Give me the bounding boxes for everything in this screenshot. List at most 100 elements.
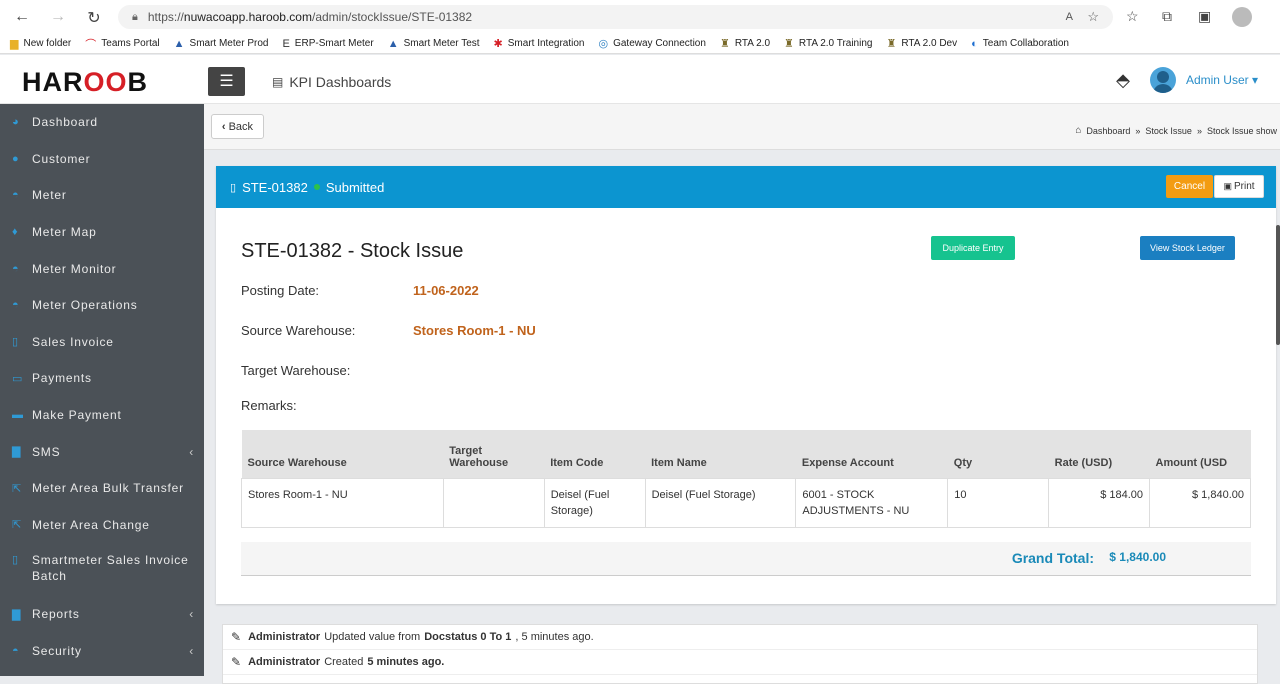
app-header: HAROOB ☰ ▤ KPI Dashboards ⬘ Admin User ▾	[0, 55, 1280, 104]
profile-avatar[interactable]	[1232, 7, 1252, 27]
bookmark-label: RTA 2.0	[734, 38, 771, 49]
activity-user: Administrator	[248, 656, 321, 668]
rta-icon: ♜	[784, 38, 794, 50]
grand-total-value: $ 1,840.00	[1109, 550, 1166, 564]
posting-date-label: Posting Date:	[241, 283, 320, 298]
sidebar-item-reports[interactable]: ▇ Reports ‹	[0, 596, 204, 633]
hamburger-icon: ☰	[219, 73, 234, 90]
target-warehouse-label: Target Warehouse:	[241, 363, 351, 378]
bookmark-item[interactable]: ▲ Smart Meter Prod	[174, 38, 269, 50]
bookmark-item[interactable]: ♜ RTA 2.0 Dev	[886, 37, 957, 50]
column-header: Expense Account	[795, 430, 948, 478]
security-icon: ◓	[12, 645, 20, 658]
sidebar-item-customer[interactable]: ● Customer	[0, 141, 204, 178]
sidebar-item-label: Meter Operations	[32, 298, 138, 313]
back-arrow-icon[interactable]: ←	[4, 8, 40, 26]
status-dot-icon	[313, 184, 320, 190]
lock-icon: 🔒︎	[132, 10, 138, 23]
sms-icon: ▇	[12, 446, 22, 459]
read-aloud-icon[interactable]: A	[1066, 11, 1073, 23]
activity-item: ✎ Administrator Created 5 minutes ago.	[223, 650, 1257, 675]
extensions-icon[interactable]: ▣	[1198, 8, 1211, 25]
view-stock-ledger-button[interactable]: View Stock Ledger	[1140, 236, 1235, 260]
activity-user: Administrator	[248, 631, 321, 643]
bookmark-item[interactable]: ▆ New folder	[10, 37, 71, 50]
table-row: Stores Room-1 - NU Deisel (Fuel Storage) D…	[241, 477, 1251, 528]
activity-text: Updated value from	[324, 631, 421, 643]
sidebar-item-meter-operations[interactable]: ◓ Meter Operations	[0, 287, 204, 324]
sidebar-item-meter[interactable]: ◓ Meter	[0, 177, 204, 214]
bookmark-item[interactable]: ◎ Gateway Connection	[598, 37, 705, 50]
bookmark-label: Team Collaboration	[982, 38, 1069, 49]
sidebar-item-meter-monitor[interactable]: ◓ Meter Monitor	[0, 250, 204, 287]
bookmark-item[interactable]: ◐ Team Collaboration	[971, 38, 1069, 50]
meter-icon: ◓	[12, 189, 20, 202]
collections-icon[interactable]: ⧉	[1162, 8, 1172, 25]
user-menu[interactable]: Admin User ▾	[1186, 73, 1258, 87]
haroob-logo[interactable]: HAROOB	[22, 67, 148, 98]
print-button[interactable]: ▣ Print	[1214, 175, 1264, 198]
file-icon: ▯	[12, 336, 19, 349]
sidebar-item-label: Security	[32, 644, 82, 659]
bookmark-item[interactable]: ⌒ Teams Portal	[85, 36, 159, 52]
chevron-left-icon: ‹	[189, 644, 194, 659]
table-cell: Deisel (Fuel Storage)	[644, 477, 797, 528]
column-header: Rate (USD)	[1048, 430, 1150, 478]
breadcrumb-stock-issue[interactable]: Stock Issue	[1145, 126, 1192, 136]
chevron-left-icon: ‹	[221, 120, 226, 133]
file-icon: ▯	[12, 554, 19, 567]
forward-arrow-icon[interactable]: →	[40, 8, 76, 26]
items-table: Source Warehouse Target Warehouse Item Cod…	[241, 430, 1251, 528]
sidebar-item-meter-map[interactable]: ♦ Meter Map	[0, 214, 204, 251]
bookmark-item[interactable]: ♜ RTA 2.0	[720, 37, 770, 50]
sidebar-item-make-payment[interactable]: ▬ Make Payment	[0, 397, 204, 434]
totals-row: Grand Total: $ 1,840.00	[241, 542, 1251, 576]
menu-toggle-button[interactable]: ☰	[208, 67, 245, 96]
sidebar: ◕ Dashboard ● Customer ◓ Meter ♦ Meter Map ◓ Mete…	[0, 104, 204, 676]
breadcrumb-dashboard[interactable]: Dashboard	[1086, 126, 1130, 136]
sidebar-item-label: Meter Area Change	[32, 517, 150, 532]
favorites-icon[interactable]: ☆	[1126, 8, 1139, 25]
reload-icon[interactable]: ↻	[76, 8, 112, 28]
column-header: Source Warehouse	[241, 430, 444, 478]
panel-header: ▯ STE-01382 Submitted Cancel ▣ Print	[216, 166, 1276, 208]
column-header: Qty	[947, 430, 1049, 478]
address-bar[interactable]: 🔒︎ https://nuwacoapp.haroob.com/admin/st…	[118, 5, 1113, 29]
tag-icon[interactable]: ⬘	[1116, 70, 1130, 91]
user-avatar[interactable]	[1149, 67, 1176, 93]
sidebar-item-smartmeter-sales-invoice-batch[interactable]: ▯ Smartmeter Sales Invoice Batch	[0, 543, 204, 596]
teams-icon: ⌒	[85, 38, 97, 51]
rta-icon: ♜	[886, 38, 897, 50]
kpi-dashboards-label: KPI Dashboards	[289, 74, 392, 90]
cancel-button[interactable]: Cancel	[1166, 175, 1213, 198]
bookmark-item[interactable]: E ERP-Smart Meter	[282, 38, 373, 50]
sidebar-item-sms[interactable]: ▇ SMS ‹	[0, 433, 204, 470]
sidebar-item-sales-invoice[interactable]: ▯ Sales Invoice	[0, 324, 204, 361]
page-scrollbar[interactable]	[1276, 225, 1280, 345]
favorite-star-icon[interactable]: ☆	[1087, 9, 1099, 25]
sidebar-item-payments[interactable]: ▭ Payments	[0, 360, 204, 397]
grand-total-label: Grand Total:	[1011, 550, 1094, 566]
transfer-icon: ⇱	[12, 482, 23, 495]
activity-time: , 5 minutes ago.	[515, 631, 594, 643]
sidebar-item-meter-area-change[interactable]: ⇱ Meter Area Change	[0, 507, 204, 544]
column-header: Item Name	[645, 430, 796, 478]
chevron-left-icon: ‹	[189, 607, 194, 622]
print-label: Print	[1233, 181, 1255, 192]
sidebar-item-security[interactable]: ◓ Security ‹	[0, 633, 204, 670]
breadcrumb-stock-issue-show: Stock Issue show	[1206, 125, 1277, 136]
sidebar-item-label: Customer	[32, 151, 91, 166]
source-warehouse-value: Stores Room-1 - NU	[413, 323, 536, 338]
duplicate-entry-button[interactable]: Duplicate Entry	[931, 236, 1015, 260]
kpi-dashboards-link[interactable]: ▤ KPI Dashboards	[272, 74, 391, 90]
bookmark-item[interactable]: ♜ RTA 2.0 Training	[784, 37, 872, 50]
gateway-icon: ◎	[598, 38, 609, 50]
sidebar-item-label: Dashboard	[32, 115, 98, 130]
rta-icon: ♜	[719, 38, 730, 50]
sidebar-item-meter-area-bulk-transfer[interactable]: ⇱ Meter Area Bulk Transfer	[0, 470, 204, 507]
bookmark-item[interactable]: ▲ Smart Meter Test	[388, 38, 480, 50]
bookmark-item[interactable]: ✱ Smart Integration	[494, 37, 585, 50]
source-warehouse-label: Source Warehouse:	[241, 323, 356, 338]
sidebar-item-dashboard[interactable]: ◕ Dashboard	[0, 104, 204, 141]
back-button[interactable]: ‹ Back	[211, 114, 264, 139]
